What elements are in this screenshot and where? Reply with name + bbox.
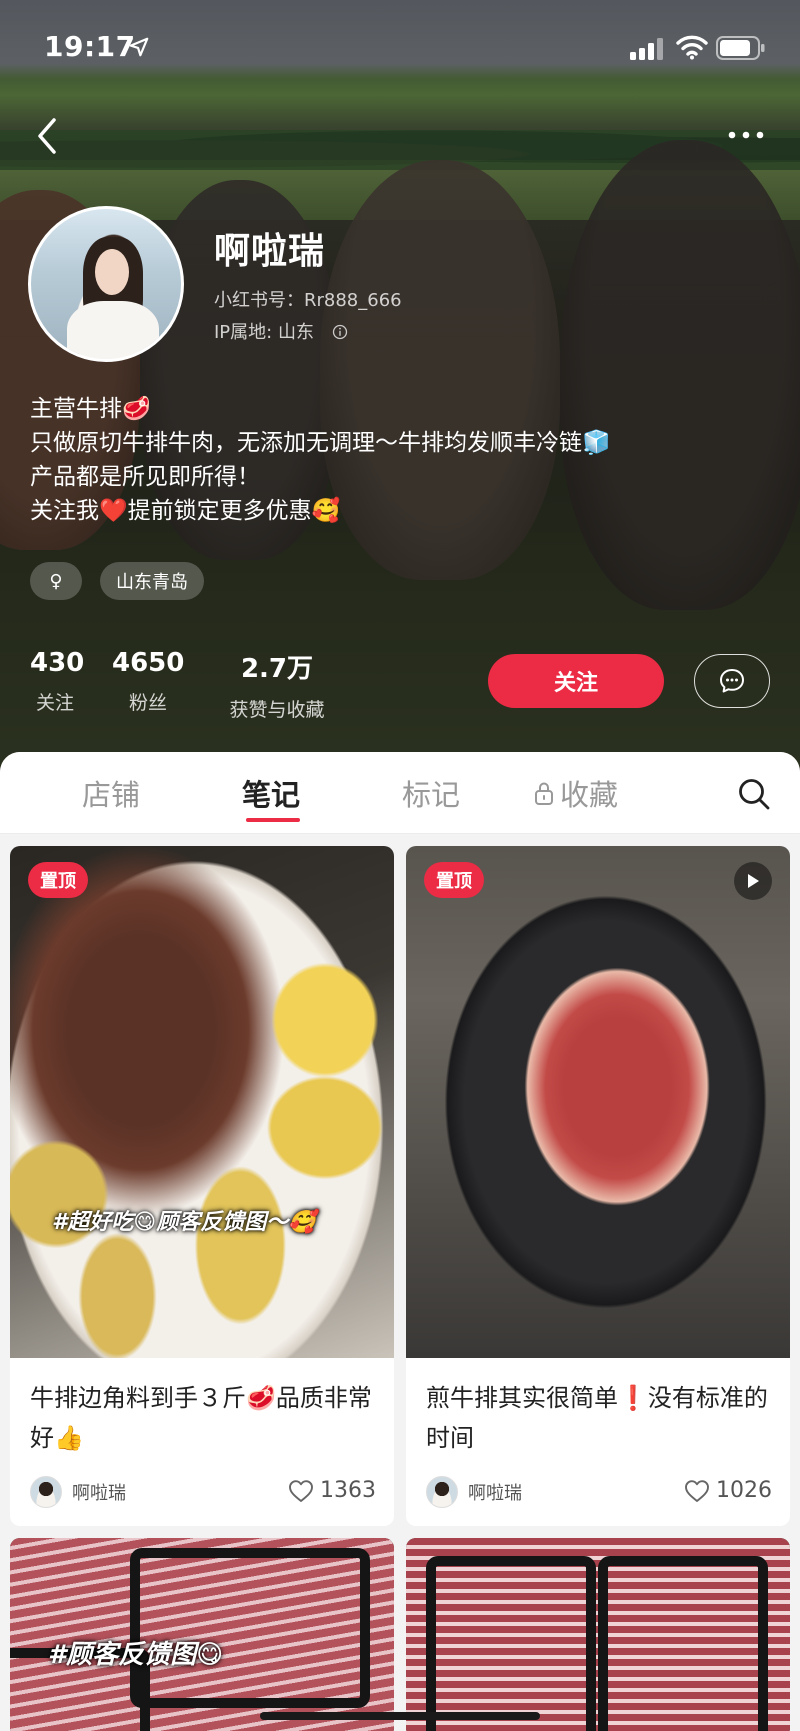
video-play-icon [734,862,772,900]
notes-panel: 店铺 笔记 标记 收藏 #超好吃😋顾客反馈图～🥰 置顶 牛排边角料到手３斤🥩品质… [0,752,800,1731]
like-count: 1363 [320,1478,376,1503]
info-icon[interactable] [332,324,348,340]
like-button[interactable]: 1026 [684,1478,772,1503]
note-title: 牛排边角料到手３斤🥩品质非常好👍 [30,1384,372,1452]
stat-label: 关注 [35,692,74,714]
battery-icon [716,36,765,60]
tab-marks[interactable]: 标记 [402,772,460,814]
stat-value: 4650 [112,648,185,678]
note-cover-image: #超好吃😋顾客反馈图～🥰 [10,846,394,1358]
message-button[interactable] [694,654,770,708]
ip-location-text: IP属地: 山东 [214,322,314,343]
note-cover-image [406,1538,790,1731]
search-icon[interactable] [736,776,772,812]
stat-label: 粉丝 [128,692,167,714]
profile-avatar[interactable] [28,206,184,362]
like-button[interactable]: 1363 [288,1478,376,1503]
chat-bubble-icon [720,669,744,693]
wifi-icon [676,35,708,60]
stat-value: 2.7万 [240,654,314,684]
stat-label: 获赞与收藏 [229,699,325,721]
more-options-button[interactable] [720,120,772,150]
note-card[interactable]: #顾客反馈图😋 [10,1538,394,1731]
avatar-face [95,249,129,295]
follow-button[interactable]: 关注 [488,654,664,708]
region-tag: 山东青岛 [100,562,204,600]
bio-line: 主营牛排🥩 [30,396,151,422]
author-name: 啊啦瑞 [72,1483,126,1504]
avatar-clothing [67,301,159,359]
like-count: 1026 [716,1478,772,1503]
profile-bio: 主营牛排🥩 只做原切牛排牛肉，无添加无调理～牛排均发顺丰冷链🧊 产品都是所见即所… [30,392,770,528]
active-tab-indicator [246,818,300,822]
lock-icon [535,782,553,805]
note-author[interactable]: 啊啦瑞 [30,1476,126,1508]
heart-icon [685,1479,709,1502]
heart-icon [289,1479,313,1502]
stat-likes-and-saves[interactable]: 2.7万 获赞与收藏 [212,648,342,722]
note-cover-image [406,846,790,1358]
stat-following[interactable]: 430 关注 [30,648,85,715]
note-cover-image: #顾客反馈图😋 [10,1538,394,1731]
cover-caption: #超好吃😋顾客反馈图～🥰 [52,1210,316,1235]
cellular-signal-icon [630,38,663,60]
author-avatar [30,1476,62,1508]
note-card[interactable]: 置顶 煎牛排其实很简单❗️没有标准的时间 啊啦瑞 1026 [406,846,790,1526]
author-avatar [426,1476,458,1508]
pinned-badge: 置顶 [424,862,484,898]
back-button[interactable] [28,112,68,160]
note-card[interactable]: #超好吃😋顾客反馈图～🥰 置顶 牛排边角料到手３斤🥩品质非常好👍 啊啦瑞 136… [10,846,394,1526]
bio-line: 产品都是所见即所得！ [30,464,260,490]
tab-shop[interactable]: 店铺 [82,772,140,814]
meat-tray [598,1556,768,1731]
tab-notes[interactable]: 笔记 [242,772,300,814]
meat-tray [130,1548,370,1708]
redbook-id: 小红书号：Rr888_666 [214,290,402,311]
home-indicator[interactable] [260,1712,540,1720]
stat-value: 430 [30,648,85,678]
bio-line: 只做原切牛排牛肉，无添加无调理～牛排均发顺丰冷链🧊 [30,430,611,456]
note-author[interactable]: 啊啦瑞 [426,1476,522,1508]
stat-followers[interactable]: 4650 粉丝 [112,648,184,715]
gender-tag: ♀ [30,562,82,600]
profile-tabs: 店铺 笔记 标记 收藏 [0,752,800,834]
ip-location: IP属地: 山东 [214,318,348,344]
meat-tray [426,1556,596,1731]
tab-collections-label: 收藏 [560,778,619,812]
pinned-badge: 置顶 [28,862,88,898]
username: 啊啦瑞 [214,231,326,272]
status-bar: 19:17 [0,0,800,96]
status-time: 19:17 [44,30,136,63]
bio-line: 关注我❤️提前锁定更多优惠🥰 [30,498,341,524]
location-arrow-icon [129,37,149,57]
note-card[interactable] [406,1538,790,1731]
author-name: 啊啦瑞 [468,1483,522,1504]
tab-collections[interactable]: 收藏 [532,772,618,814]
cover-caption: #顾客反馈图😋 [48,1640,224,1670]
note-title: 煎牛排其实很简单❗️没有标准的时间 [426,1384,768,1452]
background-cow [560,140,800,610]
